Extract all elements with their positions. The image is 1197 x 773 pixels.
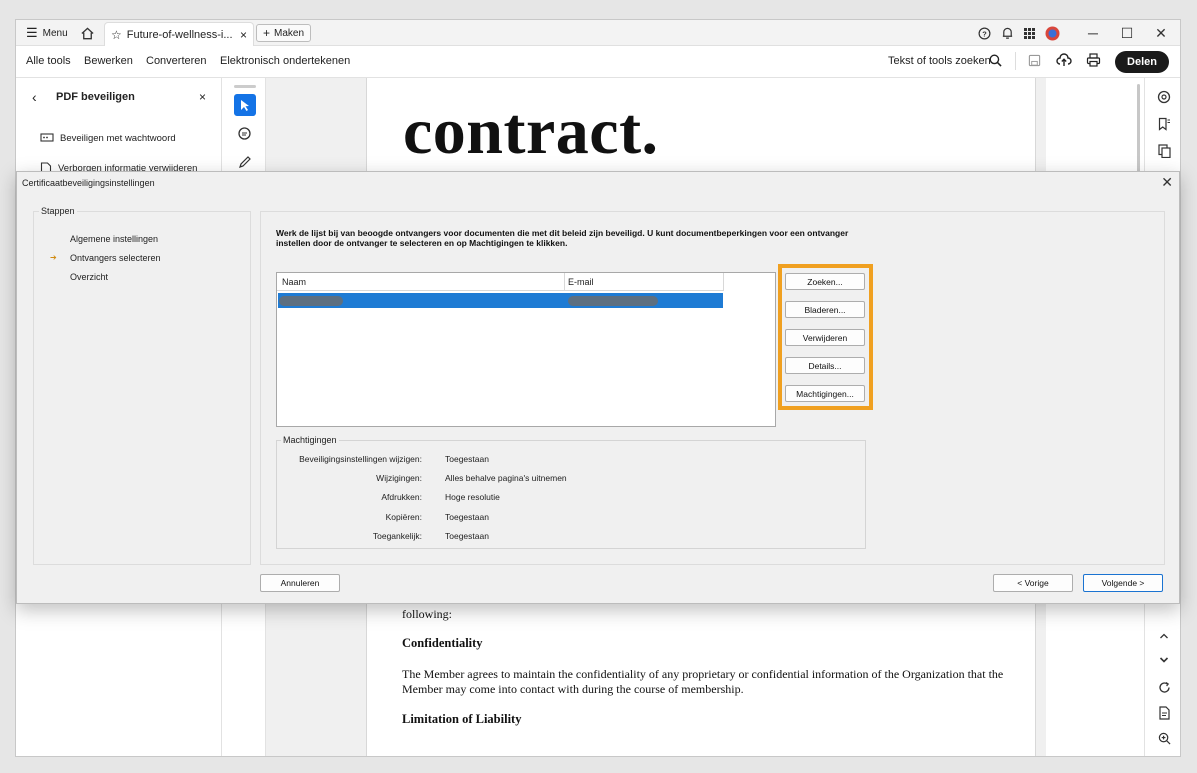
column-email[interactable]: E-mail xyxy=(568,277,594,287)
dialog-close-icon[interactable]: ✕ xyxy=(1161,174,1173,191)
title-bar: ☰ Menu ☆ Future-of-wellness-i... × + Mak… xyxy=(16,20,1180,46)
perm-value-changes: Alles behalve pagina's uitnemen xyxy=(445,473,567,483)
permissions-button[interactable]: Machtigingen... xyxy=(785,385,865,402)
menu-button[interactable]: ☰ Menu xyxy=(26,20,68,46)
back-icon[interactable]: ‹ xyxy=(32,89,37,105)
search-tools-label[interactable]: Tekst of tools zoeken xyxy=(888,55,991,67)
redacted-email xyxy=(568,296,658,306)
step-overview: Overzicht xyxy=(70,272,109,282)
active-step-arrow-icon: ➔ xyxy=(50,253,57,262)
ai-assistant-icon[interactable] xyxy=(1155,88,1173,106)
apps-grid-icon[interactable] xyxy=(1023,20,1036,46)
steps-panel xyxy=(33,211,251,565)
table-row[interactable] xyxy=(278,293,723,308)
perm-value-security: Toegestaan xyxy=(445,454,489,464)
maximize-button[interactable]: ☐ xyxy=(1110,20,1144,46)
browse-button[interactable]: Bladeren... xyxy=(785,301,865,318)
bookmark-icon[interactable] xyxy=(1155,115,1173,133)
panel-item-password[interactable]: Beveiligen met wachtwoord xyxy=(40,132,176,144)
dialog-title: Certificaatbeveiligingsinstellingen xyxy=(22,178,155,188)
search-button[interactable]: Zoeken... xyxy=(785,273,865,290)
document-heading: contract. xyxy=(403,95,659,168)
menu-all-tools[interactable]: Alle tools xyxy=(26,55,71,67)
close-tab-icon[interactable]: × xyxy=(240,28,247,42)
perm-key-copy: Kopiëren: xyxy=(385,512,422,522)
share-button[interactable]: Delen xyxy=(1115,51,1169,73)
section-title-liability: Limitation of Liability xyxy=(402,712,522,726)
scroll-down-icon[interactable] xyxy=(1155,651,1173,669)
remove-button[interactable]: Verwijderen xyxy=(785,329,865,346)
comment-tool-icon[interactable] xyxy=(237,126,253,142)
perm-key-security: Beveiligingsinstellingen wijzigen: xyxy=(299,454,422,464)
zoom-in-icon[interactable] xyxy=(1155,729,1173,747)
svg-text:?: ? xyxy=(982,29,987,38)
instructions-text: Werk de lijst bij van beoogde ontvangers… xyxy=(276,228,849,248)
menu-convert[interactable]: Converteren xyxy=(146,55,207,67)
help-icon[interactable]: ? xyxy=(978,20,991,46)
perm-key-changes: Wijzigingen: xyxy=(376,473,422,483)
star-icon[interactable]: ☆ xyxy=(111,28,122,42)
print-icon[interactable] xyxy=(1086,53,1101,67)
step-select-recipients: Ontvangers selecteren xyxy=(70,253,161,263)
menu-e-sign[interactable]: Elektronisch ondertekenen xyxy=(220,55,350,67)
column-divider xyxy=(723,273,724,291)
new-tab-button[interactable]: + Maken xyxy=(256,24,312,42)
column-divider xyxy=(564,273,565,291)
home-icon[interactable] xyxy=(80,20,95,46)
pages-icon[interactable] xyxy=(1155,142,1173,160)
steps-label: Stappen xyxy=(39,206,77,216)
save-icon[interactable] xyxy=(1028,54,1041,67)
draw-tool-icon[interactable] xyxy=(238,155,252,169)
document-paragraph-tail: following: xyxy=(402,607,452,621)
perm-value-accessibility: Toegestaan xyxy=(445,531,489,541)
column-name[interactable]: Naam xyxy=(282,277,306,287)
cancel-button[interactable]: Annuleren xyxy=(260,574,340,592)
minimize-button[interactable]: ─ xyxy=(1076,20,1110,46)
menu-bar: Alle tools Bewerken Converteren Elektron… xyxy=(16,46,1180,78)
close-panel-icon[interactable]: × xyxy=(199,90,206,104)
plus-icon: + xyxy=(263,26,271,40)
certificate-security-dialog: Certificaatbeveiligingsinstellingen ✕ St… xyxy=(16,171,1180,604)
step-general-settings: Algemene instellingen xyxy=(70,234,159,244)
recipients-list[interactable]: Naam E-mail xyxy=(276,272,776,427)
search-icon[interactable] xyxy=(989,54,1002,67)
redacted-name xyxy=(279,296,343,306)
panel-title: PDF beveiligen xyxy=(56,91,135,103)
previous-button[interactable]: < Vorige xyxy=(993,574,1073,592)
section-title-confidentiality: Confidentiality xyxy=(402,636,483,650)
divider xyxy=(1015,52,1016,70)
menu-edit[interactable]: Bewerken xyxy=(84,55,133,67)
password-field-icon xyxy=(40,133,54,142)
close-window-button[interactable]: ✕ xyxy=(1144,20,1178,46)
permissions-label: Machtigingen xyxy=(281,435,339,445)
rail-grip xyxy=(234,85,256,88)
select-tool-icon[interactable] xyxy=(234,94,256,116)
perm-value-print: Hoge resolutie xyxy=(445,492,500,502)
cloud-upload-icon[interactable] xyxy=(1056,53,1072,67)
list-header: Naam E-mail xyxy=(277,273,724,291)
next-button[interactable]: Volgende > xyxy=(1083,574,1163,592)
tab-document[interactable]: ☆ Future-of-wellness-i... × xyxy=(104,22,254,46)
perm-key-accessibility: Toegankelijk: xyxy=(372,531,422,541)
refresh-icon[interactable] xyxy=(1155,678,1173,696)
hamburger-icon: ☰ xyxy=(26,25,38,40)
scroll-up-icon[interactable] xyxy=(1155,627,1173,645)
zoom-out-icon[interactable] xyxy=(1155,754,1173,756)
page-settings-icon[interactable] xyxy=(1155,704,1173,722)
perm-value-copy: Toegestaan xyxy=(445,512,489,522)
avatar[interactable] xyxy=(1045,20,1060,46)
details-button[interactable]: Details... xyxy=(785,357,865,374)
section-text-confidentiality: The Member agrees to maintain the confid… xyxy=(402,667,1004,696)
perm-key-print: Afdrukken: xyxy=(381,492,422,502)
notification-bell-icon[interactable] xyxy=(1001,20,1014,46)
